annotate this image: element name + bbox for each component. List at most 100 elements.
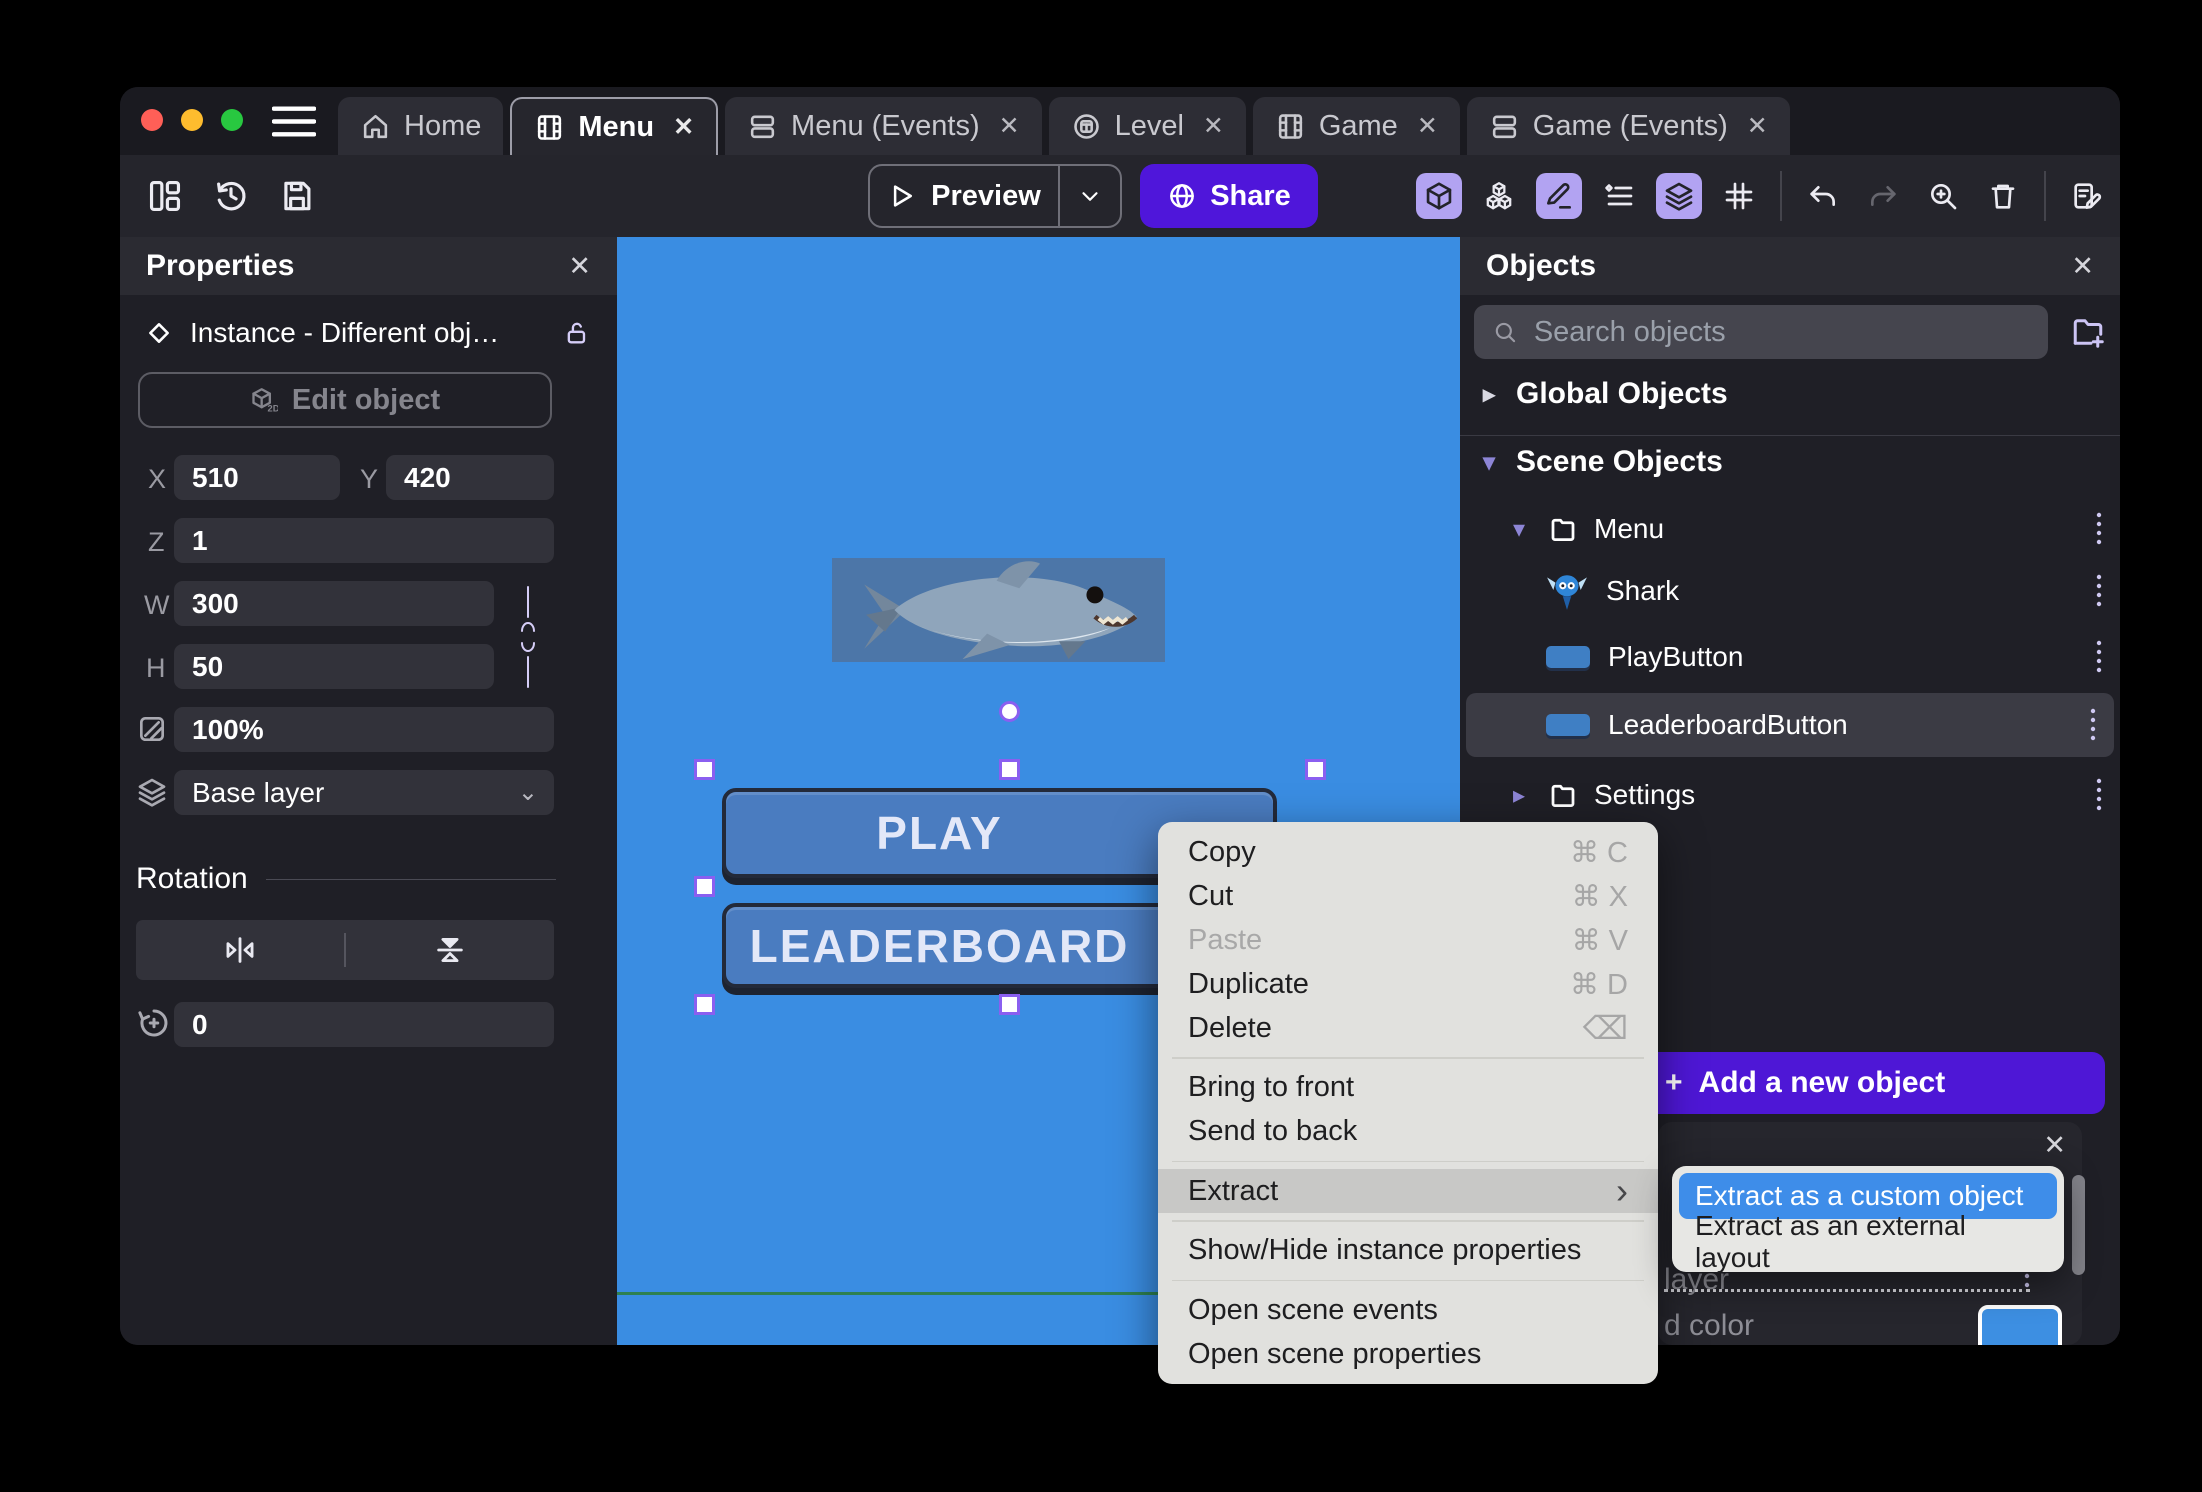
y-input[interactable]: 420 [386,455,554,500]
scene-objects-section[interactable]: ▾ Scene Objects [1460,445,2120,479]
edit-mode-button[interactable] [1536,173,1582,219]
layers-icon [1665,182,1693,211]
rotation-input[interactable]: 0 [174,1002,554,1047]
menu-item-label: Extract [1188,1174,1279,1207]
traffic-close-button[interactable] [141,109,163,131]
selection-handle-bottom-center[interactable] [999,994,1020,1015]
rotate-handle[interactable] [999,701,1020,722]
scrollbar-thumb[interactable] [2072,1175,2085,1275]
tab-menu[interactable]: Menu ✕ [510,97,719,155]
selection-handle-top-right[interactable] [1305,759,1326,780]
version-history-icon[interactable] [212,177,250,215]
instances-button[interactable] [1476,173,1522,219]
submenu-item-extract-external-layout[interactable]: Extract as an external layout [1679,1210,2057,1273]
extract-submenu: Extract as a custom object Extract as an… [1672,1166,2064,1273]
h-input[interactable]: 50 [174,644,494,689]
menu-item-copy[interactable]: Copy ⌘ C [1158,830,1658,874]
traffic-minimize-button[interactable] [181,109,203,131]
kebab-menu-icon[interactable] [2094,573,2104,609]
menu-item-bring-to-front[interactable]: Bring to front [1158,1066,1658,1110]
tab-close-icon[interactable]: ✕ [999,111,1020,141]
tab-game[interactable]: Game ✕ [1252,97,1460,155]
close-icon[interactable]: ✕ [2043,1130,2066,1161]
document-edit-icon [2074,183,2102,209]
shark-sprite-bounds[interactable] [832,558,1165,662]
link-dimensions-icon[interactable] [516,585,540,689]
tab-menu-events[interactable]: Menu (Events) ✕ [725,97,1042,155]
global-objects-section[interactable]: ▸ Global Objects [1460,377,2120,411]
tab-home[interactable]: Home [338,97,504,155]
tree-item-playbutton[interactable]: PlayButton [1460,629,2120,685]
menu-item-duplicate[interactable]: Duplicate ⌘ D [1158,962,1658,1006]
app-window: Home Menu ✕ Menu (Events) ✕ Level ✕ Game… [120,87,2120,1345]
preview-dropdown-button[interactable] [1060,183,1120,209]
menu-item-cut[interactable]: Cut ⌘ X [1158,874,1658,918]
tree-item-leaderboardbutton[interactable]: LeaderboardButton [1466,693,2114,757]
tab-level[interactable]: Level ✕ [1048,97,1246,155]
traffic-zoom-button[interactable] [221,109,243,131]
edit-scene-properties-button[interactable] [2064,173,2110,219]
tab-close-icon[interactable]: ✕ [1747,111,1768,141]
kebab-menu-icon[interactable] [2094,639,2104,675]
layer-select-value: Base layer [192,776,325,808]
tab-close-icon[interactable]: ✕ [673,112,694,142]
layer-icon [138,778,166,807]
kebab-menu-icon[interactable] [2088,707,2098,743]
menu-item-label: Send to back [1188,1115,1358,1147]
edit-object-button[interactable]: 2D Edit object [138,372,552,428]
menu-item-extract[interactable]: Extract › [1158,1169,1658,1213]
selection-handle-top-center[interactable] [999,759,1020,780]
menu-item-open-scene-events[interactable]: Open scene events [1158,1288,1658,1332]
selection-handle-mid-left[interactable] [694,876,715,897]
menu-item-delete[interactable]: Delete ⌫ [1158,1006,1658,1050]
selection-handle-top-left[interactable] [694,759,715,780]
delete-button[interactable] [1980,173,2026,219]
submenu-item-label: Extract as an external layout [1695,1210,1966,1273]
unlock-icon[interactable] [563,319,591,347]
objects-panel-header: Objects ✕ [1460,237,2120,295]
layer-select[interactable]: Base layer ⌄ [174,770,554,815]
flip-vertical-button[interactable] [346,933,554,967]
selection-handle-bottom-left[interactable] [694,994,715,1015]
panels-layout-icon[interactable] [146,177,184,215]
zoom-in-button[interactable] [1920,173,1966,219]
kebab-menu-icon[interactable] [2094,777,2104,813]
events-icon [1492,115,1516,138]
add-folder-icon[interactable] [2070,314,2106,350]
w-input[interactable]: 300 [174,581,494,626]
grid-button[interactable] [1716,173,1762,219]
x-input[interactable]: 510 [174,455,340,500]
kebab-menu-icon[interactable] [2094,511,2104,547]
object-mode-button[interactable] [1416,173,1462,219]
z-input[interactable]: 1 [174,518,554,563]
menu-item-open-scene-properties[interactable]: Open scene properties [1158,1332,1658,1376]
save-icon[interactable] [278,177,316,215]
color-swatch[interactable] [1978,1305,2062,1345]
redo-button[interactable] [1860,173,1906,219]
add-new-object-button[interactable]: + Add a new object [1645,1052,2105,1114]
menu-item-show-hide-instance-properties[interactable]: Show/Hide instance properties [1158,1229,1658,1273]
tree-folder-settings[interactable]: ▸ Settings [1460,769,2120,821]
layers-button[interactable] [1656,173,1702,219]
search-objects-input[interactable] [1533,315,2030,349]
plus-icon: + [1665,1066,1683,1099]
instance-properties-button[interactable] [1596,173,1642,219]
tab-close-icon[interactable]: ✕ [1417,111,1438,141]
button-thumbnail [1546,714,1590,736]
preview-button[interactable]: Preview [868,164,1122,228]
instance-header-row: Instance - Different obj… [120,310,617,356]
search-objects-field[interactable] [1474,305,2048,359]
undo-button[interactable] [1800,173,1846,219]
close-icon[interactable]: ✕ [568,251,591,282]
tab-close-icon[interactable]: ✕ [1203,111,1224,141]
flip-horizontal-button[interactable] [136,933,344,967]
menu-item-label: Duplicate [1188,967,1309,1000]
opacity-input[interactable]: 100% [174,707,554,752]
menu-item-send-to-back[interactable]: Send to back [1158,1110,1658,1154]
tab-game-events[interactable]: Game (Events) ✕ [1466,97,1790,155]
close-icon[interactable]: ✕ [2071,251,2094,282]
tree-folder-menu[interactable]: ▾ Menu [1460,503,2120,555]
share-button[interactable]: Share [1140,164,1318,228]
hamburger-menu-icon[interactable] [272,105,316,139]
tree-item-shark[interactable]: Shark [1460,561,2120,621]
